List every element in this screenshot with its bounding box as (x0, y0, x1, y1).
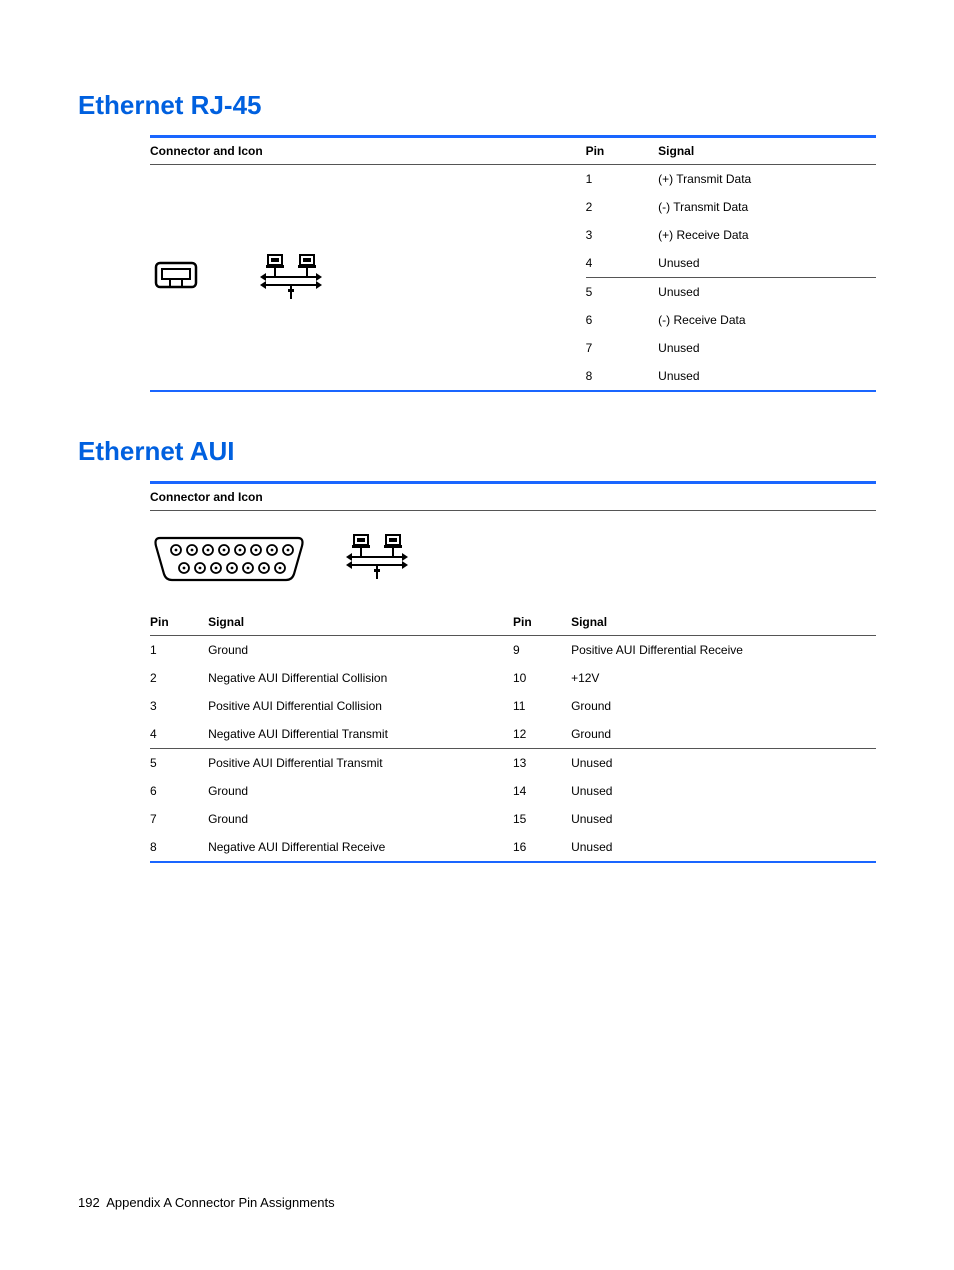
table-cell: Negative AUI Differential Transmit (208, 720, 513, 749)
page-number: 192 (78, 1195, 100, 1210)
table-cell: 2 (586, 193, 659, 221)
table-cell: (-) Receive Data (658, 306, 876, 334)
table-cell: Ground (208, 636, 513, 665)
rj45-jack-icon (154, 261, 198, 295)
table-cell: Unused (658, 362, 876, 391)
table-cell: 10 (513, 664, 571, 692)
page-footer: 192 Appendix A Connector Pin Assignments (78, 1195, 335, 1210)
col-signal: Signal (571, 609, 876, 636)
table-cell: (-) Transmit Data (658, 193, 876, 221)
table-cell: 3 (586, 221, 659, 249)
table-cell: Ground (208, 805, 513, 833)
col-connector: Connector and Icon (150, 137, 586, 165)
col-pin: Pin (513, 609, 571, 636)
col-signal: Signal (208, 609, 513, 636)
table-cell: Negative AUI Differential Receive (208, 833, 513, 862)
table-cell: Unused (571, 833, 876, 862)
table-cell: 14 (513, 777, 571, 805)
footer-text: Appendix A Connector Pin Assignments (106, 1195, 334, 1210)
table-cell: 5 (586, 278, 659, 307)
connector-diagram-cell (150, 165, 455, 392)
table-cell: Unused (571, 805, 876, 833)
table-cell: Ground (571, 692, 876, 720)
table-cell: Negative AUI Differential Collision (208, 664, 513, 692)
table-cell: 7 (150, 805, 208, 833)
section-aui: Ethernet AUI Connector and Icon (78, 436, 876, 863)
table-cell: 6 (586, 306, 659, 334)
table-cell: Unused (571, 749, 876, 778)
table-cell: 1 (586, 165, 659, 194)
table-cell: +12V (571, 664, 876, 692)
table-cell: 16 (513, 833, 571, 862)
table-cell: 4 (586, 249, 659, 278)
table-cell: Ground (571, 720, 876, 749)
table-cell: 6 (150, 777, 208, 805)
table-cell: 11 (513, 692, 571, 720)
table-cell: Unused (658, 278, 876, 307)
table-cell: 13 (513, 749, 571, 778)
table-cell: 5 (150, 749, 208, 778)
heading-rj45: Ethernet RJ-45 (78, 90, 876, 121)
table-cell: 1 (150, 636, 208, 665)
table-aui-pins: Pin Signal Pin Signal 1Ground 9Positive … (150, 609, 876, 863)
network-icon (258, 253, 324, 303)
table-cell: Unused (658, 334, 876, 362)
table-aui-header: Connector and Icon (150, 481, 876, 609)
db15-connector-icon (154, 532, 304, 584)
table-cell: (+) Transmit Data (658, 165, 876, 194)
table-cell: Unused (571, 777, 876, 805)
table-cell: 4 (150, 720, 208, 749)
table-cell: 2 (150, 664, 208, 692)
table-cell: (+) Receive Data (658, 221, 876, 249)
table-cell: 15 (513, 805, 571, 833)
table-cell: 3 (150, 692, 208, 720)
table-cell: Ground (208, 777, 513, 805)
table-cell: 8 (586, 362, 659, 391)
network-icon (344, 533, 410, 583)
col-signal: Signal (658, 137, 876, 165)
col-pin: Pin (150, 609, 208, 636)
connector-diagram-cell (150, 511, 876, 610)
table-cell: 12 (513, 720, 571, 749)
col-connector: Connector and Icon (150, 483, 876, 511)
table-cell: Positive AUI Differential Transmit (208, 749, 513, 778)
table-cell: Positive AUI Differential Collision (208, 692, 513, 720)
table-cell: Positive AUI Differential Receive (571, 636, 876, 665)
section-rj45: Ethernet RJ-45 Connector and Icon Pin Si… (78, 90, 876, 392)
table-cell: 9 (513, 636, 571, 665)
table-cell: 7 (586, 334, 659, 362)
table-rj45: Connector and Icon Pin Signal (150, 135, 876, 392)
table-cell: 8 (150, 833, 208, 862)
heading-aui: Ethernet AUI (78, 436, 876, 467)
col-pin: Pin (586, 137, 659, 165)
table-cell: Unused (658, 249, 876, 278)
